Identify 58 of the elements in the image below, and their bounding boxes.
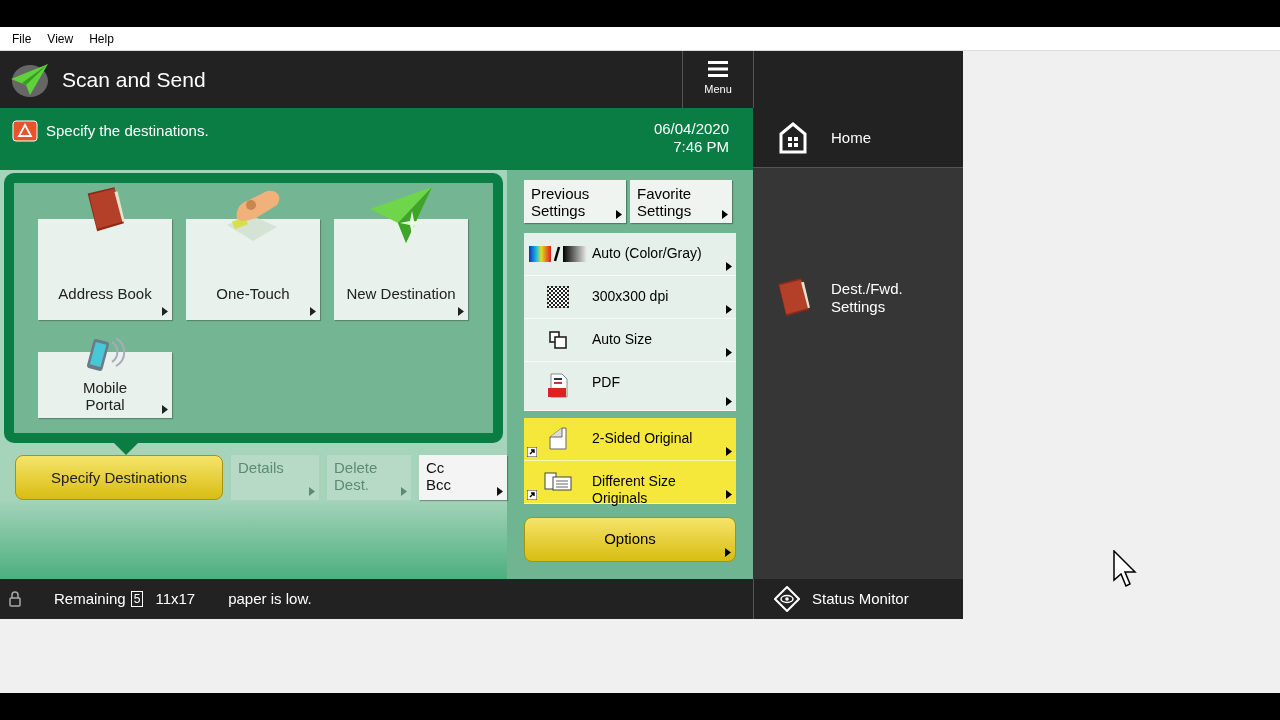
arrow-icon (401, 487, 407, 496)
arrow-icon (497, 487, 503, 496)
action-button[interactable]: Cc Bcc (419, 455, 507, 500)
arrow-icon (162, 405, 168, 414)
arrow-icon (722, 210, 728, 219)
screen-title: Scan and Send (62, 66, 206, 93)
arrow-icon (726, 348, 732, 357)
arrow-icon (726, 262, 732, 271)
menu-icon (708, 61, 728, 78)
arrow-icon (726, 490, 732, 499)
eye-icon (774, 586, 800, 612)
setting-button[interactable]: Different Size Originals (524, 461, 736, 504)
arrow-icon (162, 307, 168, 316)
destination-tile[interactable]: Mobile Portal (38, 352, 172, 418)
setting-button[interactable]: Auto (Color/Gray) (524, 233, 736, 276)
destination-tile[interactable]: Address Book (38, 219, 172, 320)
shortcut-icon (527, 490, 537, 500)
arrow-icon (616, 210, 622, 219)
side-panel-button[interactable]: Dest./Fwd. Settings (753, 268, 963, 328)
destination-tile[interactable]: New Destination (334, 219, 468, 320)
lock-icon (8, 591, 22, 607)
settings-button[interactable]: Previous Settings (524, 180, 626, 223)
remaining-count: 5 (130, 591, 144, 607)
arrow-icon (726, 397, 732, 406)
setting-button[interactable]: 300x300 dpi (524, 276, 736, 319)
specify-destinations-button[interactable]: Specify Destinations (15, 455, 223, 500)
setting-button[interactable]: Auto Size (524, 319, 736, 362)
menu-item[interactable]: View (47, 29, 74, 48)
menu-item[interactable]: File (12, 29, 32, 48)
mouse-pointer-icon (1113, 550, 1139, 588)
remaining-label: Remaining (54, 588, 126, 609)
options-button[interactable]: Options (524, 517, 736, 562)
document-icon (548, 427, 568, 451)
arrow-icon (309, 487, 315, 496)
arrow-icon (725, 548, 731, 557)
color-mode-icon (529, 246, 587, 262)
instruction-message: Specify the destinations. (46, 121, 209, 141)
arrow-icon (726, 447, 732, 456)
destination-tile[interactable]: One-Touch (186, 219, 320, 320)
pdf-file-icon (547, 373, 569, 399)
settings-button[interactable]: Favorite Settings (630, 180, 732, 223)
arrow-icon (726, 305, 732, 314)
documents-icon (544, 472, 572, 492)
home-button[interactable]: Home (753, 108, 963, 168)
arrow-icon (458, 307, 464, 316)
home-icon (779, 121, 807, 154)
status-message: paper is low. (228, 588, 312, 609)
shortcut-icon (527, 447, 537, 457)
setting-button[interactable]: PDF (524, 362, 736, 411)
pages-icon (549, 331, 567, 349)
date-text: 06/04/2020 (653, 120, 729, 138)
checkerboard-icon (547, 286, 569, 308)
paper-size: 11x17 (155, 588, 196, 609)
warning-icon (12, 120, 38, 142)
setting-button[interactable]: 2-Sided Original (524, 418, 736, 461)
menu-item[interactable]: Help (89, 29, 114, 48)
arrow-icon (310, 307, 316, 316)
time-text: 7:46 PM (673, 138, 729, 156)
